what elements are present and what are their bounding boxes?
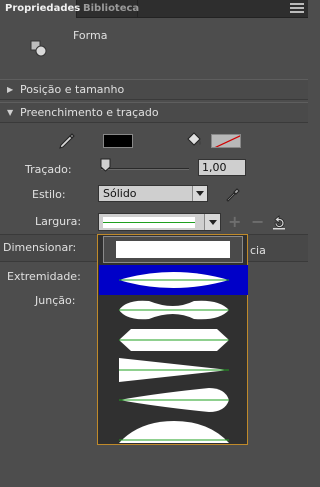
width-profile-option-5[interactable] [99, 385, 248, 415]
style-select[interactable]: Sólido [98, 185, 208, 202]
width-profile-dropdown [97, 234, 248, 445]
tab-library[interactable]: Biblioteca [78, 0, 139, 18]
uniform-profile-shape [103, 236, 243, 263]
section-fill-stroke-label: Preenchimento e traçado [20, 106, 159, 119]
stroke-color-swatch[interactable] [103, 134, 133, 148]
pencil-icon [59, 133, 75, 149]
scale-right-text: cia [250, 244, 266, 257]
stroke-width-input[interactable]: 1,00 [198, 159, 246, 176]
section-fill-stroke[interactable]: ▼ Preenchimento e traçado [0, 102, 308, 123]
panel-tab-bar: Propriedades Biblioteca [0, 0, 308, 18]
width-label: Largura: [35, 215, 82, 228]
no-color-slash-icon [214, 135, 240, 147]
join-label: Junção: [35, 294, 76, 307]
width-profile-5-shape [119, 388, 229, 412]
width-profile-2-shape [119, 300, 229, 320]
panel-menu-icon[interactable] [290, 3, 304, 14]
style-label: Estilo: [32, 188, 66, 201]
stroke-slider-thumb[interactable] [100, 158, 111, 172]
chevron-down-icon[interactable] [192, 186, 207, 201]
scale-label: Dimensionar: [3, 241, 77, 254]
width-profile-1-shape [119, 272, 229, 288]
width-profile-option-1[interactable] [99, 265, 248, 295]
width-profile-option-2[interactable] [99, 295, 248, 325]
delete-width-profile-button[interactable]: − [251, 214, 264, 230]
eyedropper-icon[interactable] [225, 186, 241, 202]
object-type-label: Forma [73, 29, 108, 42]
section-position-size[interactable]: ▶ Posição e tamanho [0, 79, 308, 100]
add-width-profile-button[interactable]: + [228, 214, 241, 230]
chevron-down-icon[interactable] [204, 214, 220, 230]
width-profile-4-shape [119, 358, 229, 382]
section-position-size-label: Posição e tamanho [20, 83, 125, 96]
width-profile-option-6[interactable] [99, 415, 248, 445]
stroke-slider-track[interactable] [101, 168, 189, 170]
tab-properties[interactable]: Propriedades [0, 0, 80, 18]
width-profile-preview [103, 217, 195, 228]
fill-color-swatch[interactable] [211, 134, 241, 148]
width-profile-select[interactable] [98, 213, 221, 231]
width-profile-3-shape [119, 329, 229, 351]
width-profile-option-3[interactable] [99, 325, 248, 355]
shape-icon [30, 40, 47, 57]
width-profile-6-shape [119, 421, 229, 443]
style-select-value: Sólido [103, 187, 137, 200]
width-profile-option-4[interactable] [99, 355, 248, 385]
stroke-label: Traçado: [25, 163, 72, 176]
collapsed-arrow-icon: ▶ [7, 85, 14, 94]
paint-bucket-icon [187, 132, 201, 146]
width-profile-option-uniform[interactable] [99, 235, 248, 265]
cap-label: Extremidade: [7, 270, 81, 283]
reset-icon[interactable] [271, 215, 287, 231]
expanded-arrow-icon: ▼ [7, 108, 14, 117]
